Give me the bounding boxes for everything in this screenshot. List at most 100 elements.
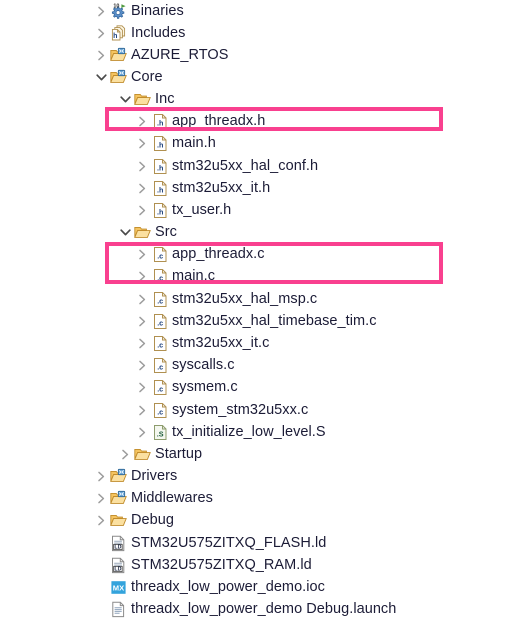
chevron-right-icon[interactable] (95, 470, 108, 483)
tree-item[interactable]: .cmain.c (0, 265, 519, 287)
chevron-right-icon[interactable] (136, 426, 149, 439)
s-file-icon: .S (152, 424, 169, 441)
chevron-right-icon[interactable] (136, 315, 149, 328)
tree-item[interactable]: .cstm32u5xx_hal_msp.c (0, 288, 519, 310)
chevron-right-icon[interactable] (136, 293, 149, 306)
tree-item[interactable]: .hmain.h (0, 132, 519, 154)
tree-item[interactable]: .h tx_user.h (0, 199, 519, 221)
c-file-icon: .c (152, 379, 169, 396)
tree-item-label: Core (131, 66, 163, 88)
tree-item[interactable]: .hstm32u5xx_hal_conf.h (0, 155, 519, 177)
tree-item[interactable]: Debug (0, 509, 519, 531)
tree-item[interactable]: LDSTM32U575ZITXQ_RAM.ld (0, 554, 519, 576)
tree-item[interactable]: MXthreadx_low_power_demo.ioc (0, 576, 519, 598)
chevron-right-icon[interactable] (136, 160, 149, 173)
svg-text:.h: .h (157, 207, 163, 216)
svg-text:.h: .h (157, 118, 163, 127)
tree-item-label: Binaries (131, 0, 184, 22)
tree-item[interactable]: .h stm32u5xx_it.h (0, 177, 519, 199)
chevron-down-icon[interactable] (119, 226, 132, 239)
c-file-icon: .c (152, 246, 169, 263)
tree-item[interactable]: .csysmem.c (0, 376, 519, 398)
tree-item[interactable]: LD STM32U575ZITXQ_FLASH.ld (0, 532, 519, 554)
chevron-right-icon[interactable] (95, 27, 108, 40)
chevron-right-icon[interactable] (95, 514, 108, 527)
tree-item-label: tx_user.h (172, 199, 231, 221)
svg-text:.h: .h (157, 163, 163, 172)
tree-item[interactable]: .cstm32u5xx_it.c (0, 332, 519, 354)
tree-item[interactable]: Core (0, 66, 519, 88)
tree-item[interactable]: Startup (0, 443, 519, 465)
tree-item-label: stm32u5xx_it.h (172, 177, 270, 199)
tree-item-label: Drivers (131, 465, 177, 487)
h-file-icon: .h (152, 135, 169, 152)
tree-item[interactable]: .Stx_initialize_low_level.S (0, 421, 519, 443)
svg-text:MX: MX (113, 583, 124, 592)
tree-item-label: stm32u5xx_hal_timebase_tim.c (172, 310, 377, 332)
chevron-right-icon[interactable] (136, 270, 149, 283)
c-file-icon: .c (152, 335, 169, 352)
chevron-down-icon[interactable] (119, 93, 132, 106)
tree-item[interactable]: .c stm32u5xx_hal_timebase_tim.c (0, 310, 519, 332)
source-folder-icon (110, 468, 127, 485)
tree-item[interactable]: 10 Binaries (0, 0, 519, 22)
chevron-right-icon[interactable] (136, 337, 149, 350)
chevron-right-icon[interactable] (136, 182, 149, 195)
tree-item-label: Inc (155, 88, 175, 110)
tree-item[interactable]: .csyscalls.c (0, 354, 519, 376)
tree-item-label: Debug (131, 509, 174, 531)
c-file-icon: .c (152, 268, 169, 285)
svg-text:.c: .c (157, 296, 163, 305)
folder-icon (134, 224, 151, 241)
chevron-right-icon[interactable] (119, 448, 132, 461)
chevron-right-icon[interactable] (136, 115, 149, 128)
tree-item[interactable]: h Includes (0, 22, 519, 44)
tree-item[interactable]: Drivers (0, 465, 519, 487)
chevron-right-icon[interactable] (136, 248, 149, 261)
chevron-right-icon[interactable] (136, 204, 149, 217)
svg-text:.c: .c (157, 251, 163, 260)
tree-item[interactable]: Middlewares (0, 487, 519, 509)
svg-text:h: h (113, 33, 117, 40)
tree-item[interactable]: Inc (0, 88, 519, 110)
source-folder-icon (110, 69, 127, 86)
tree-item-label: STM32U575ZITXQ_RAM.ld (131, 554, 312, 576)
chevron-right-icon[interactable] (136, 137, 149, 150)
chevron-right-icon[interactable] (136, 404, 149, 417)
c-file-icon: .c (152, 291, 169, 308)
clipped-row-sliver (0, 614, 519, 619)
c-file-icon: .c (152, 313, 169, 330)
tree-item-label: system_stm32u5xx.c (172, 399, 308, 421)
chevron-down-icon[interactable] (95, 71, 108, 84)
tree-item-label: main.h (172, 132, 216, 154)
tree-item[interactable]: .c system_stm32u5xx.c (0, 399, 519, 421)
tree-item[interactable]: .capp_threadx.c (0, 243, 519, 265)
svg-text:.c: .c (157, 318, 163, 327)
tree-item[interactable]: Src (0, 221, 519, 243)
h-file-icon: .h (152, 180, 169, 197)
svg-text:.h: .h (157, 185, 163, 194)
tree-item-label: stm32u5xx_it.c (172, 332, 269, 354)
tree-item-label: Startup (155, 443, 202, 465)
tree-item[interactable]: .happ_threadx.h (0, 110, 519, 132)
binaries-icon: 10 (110, 3, 127, 20)
chevron-right-icon[interactable] (136, 381, 149, 394)
svg-text:.S: .S (157, 429, 164, 438)
project-explorer-tree[interactable]: 10 Binaries h IncludesAZURE_RTOSCoreInc.hap… (0, 0, 519, 619)
svg-text:.c: .c (157, 384, 163, 393)
chevron-right-icon[interactable] (95, 5, 108, 18)
source-folder-icon (110, 490, 127, 507)
ld-file-icon: LD (110, 557, 127, 574)
svg-text:.c: .c (157, 407, 163, 416)
svg-text:.c: .c (157, 362, 163, 371)
tree-item-label: STM32U575ZITXQ_FLASH.ld (131, 532, 326, 554)
svg-text:10: 10 (113, 3, 119, 9)
tree-item-label: Src (155, 221, 177, 243)
tree-item[interactable]: AZURE_RTOS (0, 44, 519, 66)
svg-text:LD: LD (114, 544, 121, 550)
tree-item-label: Includes (131, 22, 185, 44)
chevron-right-icon[interactable] (95, 49, 108, 62)
svg-text:.c: .c (157, 273, 163, 282)
chevron-right-icon[interactable] (95, 492, 108, 505)
chevron-right-icon[interactable] (136, 359, 149, 372)
